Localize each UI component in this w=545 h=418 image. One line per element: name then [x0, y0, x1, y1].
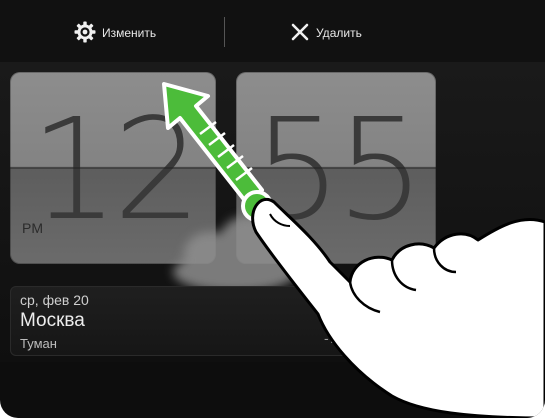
close-icon	[290, 22, 316, 45]
edit-label: Изменить	[102, 26, 157, 40]
ampm-indicator: PM	[22, 220, 43, 236]
action-bar: Изменить Удалить	[0, 0, 545, 62]
action-divider	[224, 17, 225, 47]
delete-button[interactable]: Удалить	[290, 18, 362, 48]
weather-date: ср, фев 20	[20, 292, 89, 308]
weather-city: Москва	[20, 310, 85, 331]
phone-screen: Изменить Удалить 12 PM 55 ср, фев 20 Мос…	[0, 0, 545, 418]
edit-button[interactable]: Изменить	[74, 18, 156, 48]
flip-seam	[236, 167, 436, 169]
weather-condition: Туман	[20, 336, 57, 351]
weather-temperature: -7°c /	[324, 330, 357, 346]
flip-seam	[10, 167, 216, 169]
gear-icon	[74, 21, 102, 46]
delete-label: Удалить	[316, 26, 362, 40]
weather-info-panel: ср, фев 20 Москва Туман -7°c /	[10, 286, 436, 356]
